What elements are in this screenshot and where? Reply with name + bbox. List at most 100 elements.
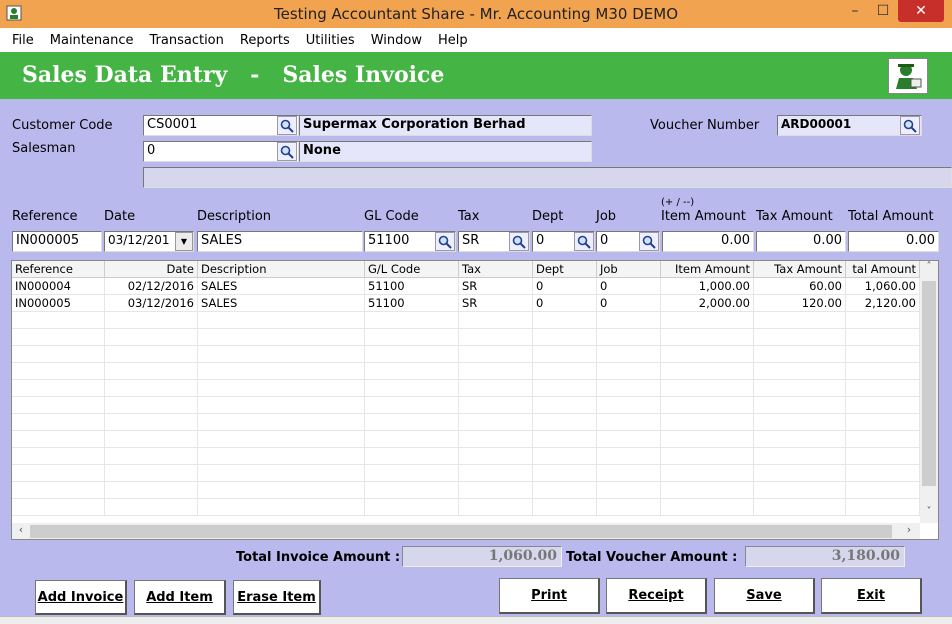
menu-window[interactable]: Window xyxy=(363,33,430,48)
vertical-scrollbar[interactable]: ˄ ˅ xyxy=(920,261,938,523)
cell-tax-amount: 60.00 xyxy=(754,278,846,295)
table-row-empty[interactable] xyxy=(12,312,920,329)
reference-label: Reference xyxy=(12,209,78,224)
vertical-scroll-thumb[interactable] xyxy=(922,281,936,486)
cell-dept: 0 xyxy=(533,278,597,295)
col-job[interactable]: Job xyxy=(597,261,661,278)
page-title: Sales Data Entry - Sales Invoice xyxy=(22,62,445,88)
total-amount-input[interactable]: 0.00 xyxy=(848,231,939,252)
print-button[interactable]: Print xyxy=(499,578,600,614)
table-row-empty[interactable] xyxy=(12,482,920,499)
menu-file[interactable]: File xyxy=(4,33,42,48)
add-item-button[interactable]: Add Item xyxy=(134,580,226,615)
cell-total-amount: 2,120.00 xyxy=(846,295,920,312)
scroll-right-icon[interactable]: › xyxy=(900,523,918,539)
window-title: Testing Accountant Share - Mr. Accountin… xyxy=(273,5,679,23)
col-description[interactable]: Description xyxy=(198,261,365,278)
table-row-empty[interactable] xyxy=(12,414,920,431)
total-voucher-label: Total Voucher Amount : xyxy=(566,550,738,565)
table-row-empty[interactable] xyxy=(12,397,920,414)
item-amount-label: Item Amount xyxy=(661,209,746,224)
total-invoice-label: Total Invoice Amount : xyxy=(236,550,401,565)
date-dropdown-icon[interactable]: ▼ xyxy=(175,232,193,251)
gl-code-label: GL Code xyxy=(364,209,419,224)
scroll-up-icon[interactable]: ˄ xyxy=(920,261,938,278)
dept-search-icon[interactable] xyxy=(574,232,594,251)
table-row-empty[interactable] xyxy=(12,346,920,363)
customer-code-label: Customer Code xyxy=(12,118,113,133)
table-row-empty[interactable] xyxy=(12,499,920,516)
cell-date: 03/12/2016 xyxy=(105,295,198,312)
horizontal-scrollbar[interactable]: ‹ › xyxy=(12,523,920,539)
scroll-left-icon[interactable]: ‹ xyxy=(12,523,30,539)
cell-total-amount: 1,060.00 xyxy=(846,278,920,295)
cell-job: 0 xyxy=(597,278,661,295)
col-tax-amount[interactable]: Tax Amount xyxy=(754,261,846,278)
table-row-empty[interactable] xyxy=(12,431,920,448)
total-invoice-amount: 1,060.00 xyxy=(402,546,562,567)
table-row[interactable]: IN000005 03/12/2016 SALES 51100 SR 0 0 2… xyxy=(12,295,920,312)
col-item-amount[interactable]: Item Amount xyxy=(661,261,754,278)
cell-reference: IN000004 xyxy=(12,278,105,295)
minimize-button[interactable]: – xyxy=(842,0,868,22)
erase-item-button[interactable]: Erase Item xyxy=(233,580,321,615)
voucher-search-icon[interactable] xyxy=(900,116,920,135)
job-search-icon[interactable] xyxy=(639,232,659,251)
menu-reports[interactable]: Reports xyxy=(232,33,298,48)
description-label: Description xyxy=(197,209,272,224)
description-input[interactable]: SALES xyxy=(197,231,363,252)
table-row[interactable]: IN000004 02/12/2016 SALES 51100 SR 0 0 1… xyxy=(12,278,920,295)
table-row-empty[interactable] xyxy=(12,465,920,482)
col-dept[interactable]: Dept xyxy=(533,261,597,278)
menu-help[interactable]: Help xyxy=(430,33,476,48)
menu-utilities[interactable]: Utilities xyxy=(298,33,363,48)
gl-code-search-icon[interactable] xyxy=(435,232,455,251)
maximize-button[interactable]: ☐ xyxy=(870,0,896,22)
salesman-search-icon[interactable] xyxy=(277,142,297,161)
salesman-label: Salesman xyxy=(12,141,76,156)
table-row-empty[interactable] xyxy=(12,448,920,465)
tax-search-icon[interactable] xyxy=(509,232,529,251)
salesman-input[interactable]: 0 xyxy=(143,141,299,162)
job-label: Job xyxy=(596,209,617,224)
invoice-items-grid[interactable]: Reference Date Description G/L Code Tax … xyxy=(11,260,939,540)
cell-date: 02/12/2016 xyxy=(105,278,198,295)
item-amount-hint: (+ / --) xyxy=(661,197,695,208)
save-button[interactable]: Save xyxy=(714,578,815,614)
col-date[interactable]: Date xyxy=(105,261,198,278)
title-bar: Testing Accountant Share - Mr. Accountin… xyxy=(0,0,952,28)
close-button[interactable]: ✕ xyxy=(898,0,944,22)
menu-bar: File Maintenance Transaction Reports Uti… xyxy=(0,28,952,52)
col-tax[interactable]: Tax xyxy=(459,261,533,278)
customer-search-icon[interactable] xyxy=(277,116,297,135)
cell-tax: SR xyxy=(459,278,533,295)
dept-label: Dept xyxy=(532,209,564,224)
reference-input[interactable]: IN000005 xyxy=(12,231,102,252)
voucher-number-label: Voucher Number xyxy=(650,118,760,133)
exit-button[interactable]: Exit xyxy=(821,578,922,614)
add-invoice-button[interactable]: Add Invoice xyxy=(35,580,127,615)
cell-gl-code: 51100 xyxy=(365,295,459,312)
menu-maintenance[interactable]: Maintenance xyxy=(42,33,142,48)
table-row-empty[interactable] xyxy=(12,380,920,397)
table-row-empty[interactable] xyxy=(12,363,920,380)
col-total-amount[interactable]: tal Amount xyxy=(846,261,920,278)
cell-description: SALES xyxy=(198,295,365,312)
customer-name-display: Supermax Corporation Berhad xyxy=(299,115,592,136)
accountant-icon xyxy=(888,58,928,94)
salesman-name-display: None xyxy=(299,141,592,162)
col-gl-code[interactable]: G/L Code xyxy=(365,261,459,278)
tax-amount-input[interactable]: 0.00 xyxy=(756,231,846,252)
scroll-down-icon[interactable]: ˅ xyxy=(920,506,938,523)
col-reference[interactable]: Reference xyxy=(12,261,105,278)
menu-transaction[interactable]: Transaction xyxy=(142,33,232,48)
horizontal-scroll-thumb[interactable] xyxy=(30,525,892,538)
table-row-empty[interactable] xyxy=(12,329,920,346)
customer-extra-field xyxy=(143,167,952,188)
customer-code-input[interactable]: CS0001 xyxy=(143,115,299,136)
item-amount-input[interactable]: 0.00 xyxy=(662,231,754,252)
cell-reference: IN000005 xyxy=(12,295,105,312)
receipt-button[interactable]: Receipt xyxy=(606,578,707,614)
cell-tax-amount: 120.00 xyxy=(754,295,846,312)
form-header: Sales Data Entry - Sales Invoice xyxy=(0,52,952,99)
